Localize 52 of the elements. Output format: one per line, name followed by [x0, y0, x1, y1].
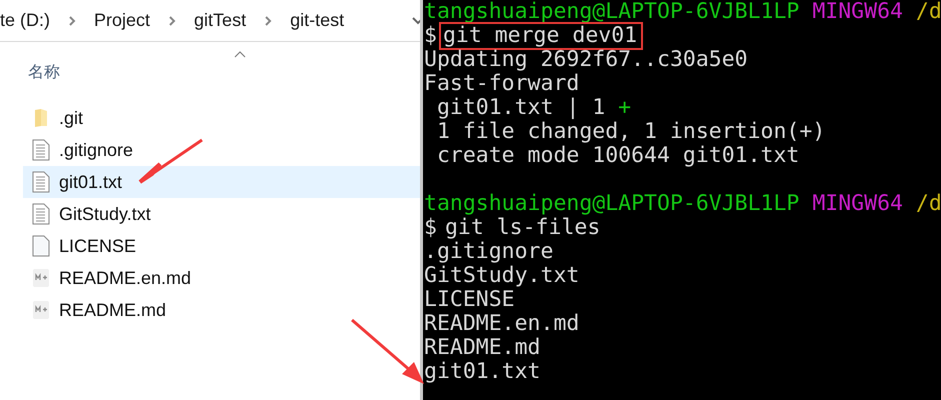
output-line: Updating 2692f67..c30a5e0	[424, 47, 748, 72]
markdown-file-icon	[32, 268, 50, 288]
prompt-system: MINGW64	[812, 191, 903, 216]
output-line: .gitignore	[424, 239, 554, 264]
output-line: git01.txt	[424, 359, 540, 384]
folder-icon	[33, 108, 49, 128]
file-name: .git	[59, 106, 84, 130]
file-name: .gitignore	[59, 138, 134, 162]
chevron-right-icon	[168, 16, 176, 26]
file-name: GitStudy.txt	[59, 202, 151, 226]
output-line: Fast-forward	[424, 71, 580, 96]
output-line: LICENSE	[424, 287, 515, 312]
prompt-user-host: tangshuaipeng@LAPTOP-6VJBL1LP	[424, 0, 800, 24]
file-row[interactable]: README.en.md	[23, 262, 420, 294]
file-row[interactable]: LICENSE	[23, 230, 420, 262]
chevron-right-icon	[68, 16, 76, 26]
prompt-path: /d	[916, 191, 941, 216]
file-name: git01.txt	[59, 170, 122, 194]
output-line: GitStudy.txt	[424, 263, 580, 288]
file-row[interactable]: git01.txt	[23, 166, 420, 198]
file-row[interactable]: GitStudy.txt	[23, 198, 420, 230]
output-line: README.en.md	[424, 311, 580, 336]
breadcrumb-item[interactable]: gitTest	[194, 7, 246, 34]
arrow-annotation	[138, 138, 204, 186]
output-line: git01.txt | 1	[436, 95, 606, 120]
file-row[interactable]: .gitignore	[23, 134, 420, 166]
command-text: git merge dev01	[440, 24, 642, 48]
text-file-icon	[32, 171, 50, 193]
output-line: 1 file changed, 1 insertion(+)	[436, 119, 826, 144]
prompt-symbol: $	[424, 216, 437, 240]
file-name: LICENSE	[59, 234, 136, 258]
text-file-icon	[32, 203, 50, 225]
output-line: README.md	[424, 335, 540, 360]
breadcrumb-item[interactable]: git-test	[290, 7, 344, 34]
breadcrumb-item[interactable]: te (D:)	[0, 7, 50, 34]
file-row[interactable]: README.md	[23, 294, 420, 326]
markdown-file-icon	[32, 300, 50, 320]
prompt-user-host: tangshuaipeng@LAPTOP-6VJBL1LP	[424, 191, 800, 216]
command-text: git ls-files	[444, 216, 600, 240]
breadcrumb-item[interactable]: Project	[94, 7, 150, 34]
output-line: create mode 100644 git01.txt	[436, 143, 800, 168]
file-name: README.en.md	[59, 266, 192, 290]
file-row[interactable]: .git	[23, 102, 420, 134]
prompt-symbol: $	[424, 24, 437, 48]
prompt-path: /d	[916, 0, 941, 24]
file-name: README.md	[59, 298, 166, 322]
chevron-right-icon	[264, 16, 272, 26]
insertion-mark: +	[618, 95, 632, 120]
text-file-icon	[32, 139, 50, 161]
column-header[interactable]: 名称	[28, 61, 60, 85]
prompt-system: MINGW64	[812, 0, 903, 24]
blank-file-icon	[32, 235, 50, 257]
